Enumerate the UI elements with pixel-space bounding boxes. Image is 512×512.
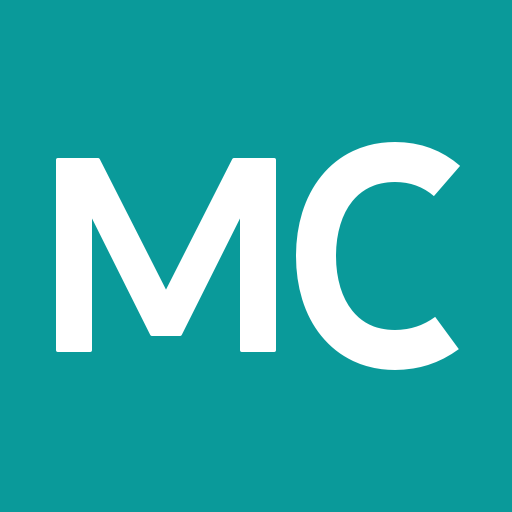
monogram-logo — [0, 0, 512, 512]
app-icon-tile: MC — [0, 0, 512, 512]
